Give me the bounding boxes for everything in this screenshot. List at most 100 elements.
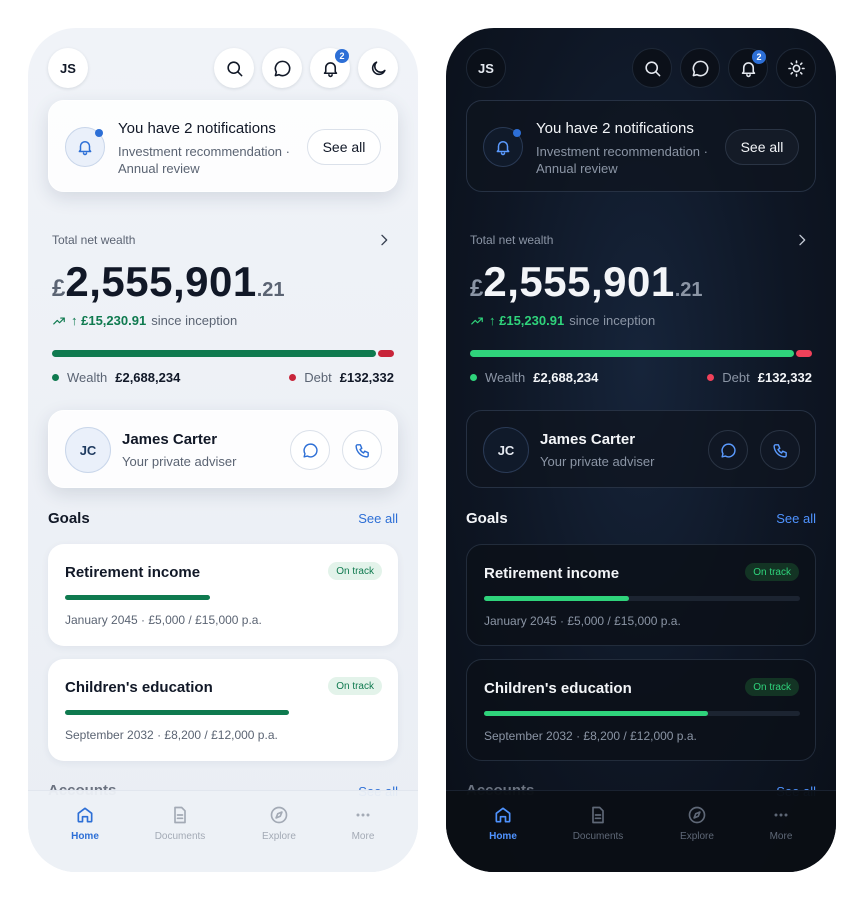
goal-status-badge: On track — [745, 563, 799, 581]
nav-more-label: More — [769, 831, 793, 842]
notification-bell-avatar — [483, 127, 523, 167]
net-wealth-integer: 2,555,901 — [65, 258, 257, 305]
unread-dot — [95, 129, 103, 137]
chevron-right-icon[interactable] — [376, 232, 392, 248]
home-screen: JS 2 You have 2 notifications Investment… — [446, 28, 836, 872]
wealth-bar — [52, 350, 376, 357]
nav-home[interactable]: Home — [45, 805, 125, 842]
goals-see-all-link[interactable]: See all — [358, 511, 398, 526]
theme-toggle-button[interactable] — [776, 48, 816, 88]
phone-icon — [354, 443, 369, 458]
chat-bubble-icon — [274, 60, 290, 76]
chat-bubble-icon — [692, 60, 708, 76]
net-wealth-change: ↑ £15,230.91 since inception — [52, 313, 237, 328]
goals-title: Goals — [48, 510, 90, 527]
nav-documents[interactable]: Documents — [558, 805, 638, 842]
message-adviser-button[interactable] — [290, 430, 330, 470]
goal-progress-track — [484, 596, 800, 601]
adviser-card[interactable]: JC James Carter Your private adviser — [466, 410, 816, 488]
messages-button[interactable] — [680, 48, 720, 88]
message-adviser-button[interactable] — [708, 430, 748, 470]
net-wealth-integer: 2,555,901 — [483, 258, 675, 305]
nav-documents-label: Documents — [154, 831, 206, 842]
goal-meta: January 2045 · £5,000 / £15,000 p.a. — [65, 613, 262, 627]
adviser-role: Your private adviser — [540, 454, 655, 469]
see-all-notifications-button[interactable]: See all — [307, 129, 381, 165]
nav-documents-label: Documents — [572, 831, 624, 842]
net-wealth-amount: £2,555,901.21 — [470, 258, 703, 306]
goal-card-education[interactable]: Children's education On track September … — [466, 659, 816, 761]
wealth-dot — [470, 374, 477, 381]
currency-symbol: £ — [52, 275, 66, 302]
goal-progress-fill — [65, 710, 290, 715]
notifications-button[interactable]: 2 — [728, 48, 768, 88]
debt-legend: Debt £132,332 — [707, 370, 812, 385]
trending-up-icon — [53, 317, 65, 324]
debt-label: Debt — [722, 370, 750, 385]
search-button[interactable] — [632, 48, 672, 88]
chat-bubble-icon — [302, 442, 318, 458]
search-button[interactable] — [214, 48, 254, 88]
phone-light-theme: JS 2 You have 2 notifications Investment… — [28, 28, 418, 872]
net-wealth-label: Total net wealth — [52, 233, 136, 247]
see-all-notifications-button[interactable]: See all — [725, 129, 799, 165]
notifications-card[interactable]: You have 2 notifications Investment reco… — [48, 100, 398, 192]
goal-title: Children's education — [65, 679, 213, 696]
goals-title: Goals — [466, 510, 508, 527]
nav-explore-label: Explore — [262, 831, 296, 842]
compass-icon — [688, 806, 706, 824]
unread-dot — [513, 129, 521, 137]
adviser-role: Your private adviser — [122, 454, 237, 469]
change-amount: ↑ £15,230.91 — [489, 313, 565, 328]
goal-card-education[interactable]: Children's education On track September … — [48, 659, 398, 761]
theme-toggle-button[interactable] — [358, 48, 398, 88]
net-wealth-amount: £2,555,901.21 — [52, 258, 285, 306]
notifications-subtitle: Investment recommendation · Annual revie… — [118, 144, 290, 176]
home-screen: JS 2 You have 2 notifications Investment… — [28, 28, 418, 872]
notifications-card[interactable]: You have 2 notifications Investment reco… — [466, 100, 816, 192]
nav-explore-label: Explore — [680, 831, 714, 842]
bottom-navigation: Home Documents Explore More — [28, 790, 418, 872]
goal-progress-fill — [65, 595, 211, 600]
net-wealth-change: ↑ £15,230.91 since inception — [470, 313, 655, 328]
user-avatar-button[interactable]: JS — [466, 48, 506, 88]
messages-button[interactable] — [262, 48, 302, 88]
bottom-navigation: Home Documents Explore More — [446, 790, 836, 872]
goal-card-retirement[interactable]: Retirement income On track January 2045 … — [48, 544, 398, 646]
goal-meta: September 2032 · £8,200 / £12,000 p.a. — [65, 728, 278, 742]
wealth-label: Wealth — [485, 370, 526, 385]
goals-see-all-link[interactable]: See all — [776, 511, 816, 526]
goal-card-retirement[interactable]: Retirement income On track January 2045 … — [466, 544, 816, 646]
adviser-avatar: JC — [65, 427, 111, 473]
home-icon — [495, 807, 511, 823]
goal-meta: September 2032 · £8,200 / £12,000 p.a. — [484, 729, 697, 743]
bell-icon — [78, 141, 92, 156]
notifications-button[interactable]: 2 — [310, 48, 350, 88]
user-avatar-button[interactable]: JS — [48, 48, 88, 88]
adviser-card[interactable]: JC James Carter Your private adviser — [48, 410, 398, 488]
debt-bar — [378, 350, 394, 357]
notifications-subtitle: Investment recommendation · Annual revie… — [536, 144, 708, 176]
nav-home[interactable]: Home — [463, 805, 543, 842]
notifications-title: You have 2 notifications — [118, 120, 276, 137]
compass-icon — [270, 806, 288, 824]
document-icon — [174, 806, 186, 824]
nav-more[interactable]: More — [323, 805, 403, 842]
call-adviser-button[interactable] — [760, 430, 800, 470]
goal-progress-fill — [484, 596, 630, 601]
search-icon — [644, 60, 660, 76]
nav-documents[interactable]: Documents — [140, 805, 220, 842]
nav-explore[interactable]: Explore — [657, 805, 737, 842]
nav-more[interactable]: More — [741, 805, 821, 842]
change-label: since inception — [569, 313, 656, 328]
change-amount: ↑ £15,230.91 — [71, 313, 147, 328]
change-label: since inception — [151, 313, 238, 328]
wealth-dot — [52, 374, 59, 381]
phone-icon — [772, 443, 787, 458]
chevron-right-icon[interactable] — [794, 232, 810, 248]
call-adviser-button[interactable] — [342, 430, 382, 470]
nav-home-label: Home — [489, 831, 517, 842]
nav-explore[interactable]: Explore — [239, 805, 319, 842]
document-icon — [592, 806, 604, 824]
goal-status-badge: On track — [328, 677, 382, 695]
